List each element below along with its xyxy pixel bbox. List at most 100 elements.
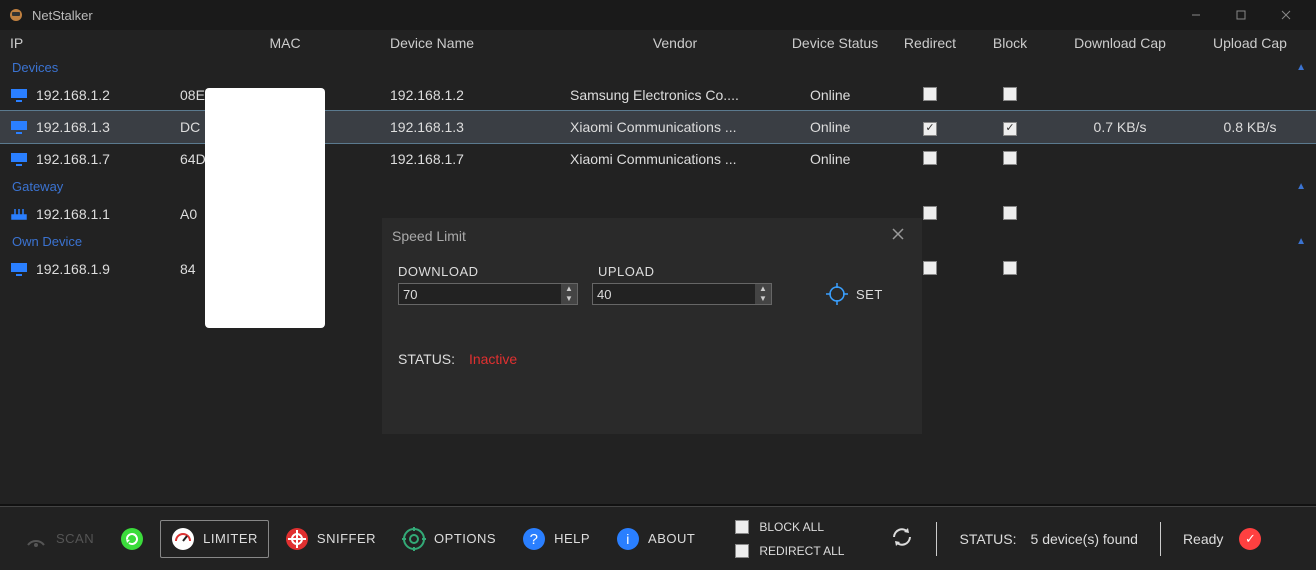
refresh-icon [120, 527, 144, 551]
cell-ip: 192.168.1.7 [36, 151, 110, 167]
column-headers: IP MAC Device Name Vendor Device Status … [0, 30, 1316, 56]
ready-label: Ready [1183, 531, 1223, 547]
redaction-mask [205, 88, 325, 328]
ready-indicator-icon [1239, 528, 1261, 550]
limiter-label: LIMITER [203, 531, 258, 546]
monitor-icon [10, 120, 28, 134]
cell-ucap: 0.8 KB/s [1190, 119, 1310, 135]
status-label: STATUS: [959, 531, 1016, 547]
cell-status: Online [780, 151, 890, 167]
help-icon: ? [522, 527, 546, 551]
limiter-button[interactable]: LIMITER [160, 520, 269, 558]
about-label: ABOUT [648, 531, 695, 546]
table-row[interactable]: 192.168.1.2 08E 192.168.1.2 Samsung Elec… [0, 79, 1316, 111]
maximize-button[interactable] [1218, 0, 1263, 30]
header-redirect[interactable]: Redirect [890, 35, 970, 51]
minimize-button[interactable] [1173, 0, 1218, 30]
block-all-label: BLOCK ALL [759, 520, 824, 534]
about-button[interactable]: i ABOUT [606, 521, 705, 557]
header-status[interactable]: Device Status [780, 35, 890, 51]
modal-status-value: Inactive [469, 351, 517, 367]
monitor-icon [10, 262, 28, 276]
sync-button[interactable] [890, 525, 914, 552]
cell-vendor: Samsung Electronics Co.... [570, 87, 780, 103]
help-label: HELP [554, 531, 590, 546]
scan-button[interactable]: SCAN [14, 521, 104, 557]
close-button[interactable] [1263, 0, 1308, 30]
set-button[interactable]: SET [826, 283, 883, 305]
spinner-up-icon[interactable]: ▲ [755, 284, 771, 294]
download-label: DOWNLOAD [398, 264, 578, 279]
upload-label: UPLOAD [598, 264, 778, 279]
header-ip[interactable]: IP [10, 35, 180, 51]
scan-label: SCAN [56, 531, 94, 546]
options-button[interactable]: OPTIONS [392, 521, 506, 557]
sniffer-label: SNIFFER [317, 531, 376, 546]
divider [1160, 522, 1161, 556]
group-label: Own Device [12, 234, 82, 249]
group-devices[interactable]: Devices ▲ [0, 56, 1316, 79]
header-vendor[interactable]: Vendor [570, 35, 780, 51]
cell-block[interactable] [970, 261, 1050, 278]
cell-redirect[interactable] [890, 118, 970, 136]
group-label: Devices [12, 60, 58, 75]
table-row[interactable]: 192.168.1.7 64D 192.168.1.7 Xiaomi Commu… [0, 143, 1316, 175]
app-title: NetStalker [32, 8, 93, 23]
toolbar: SCAN LIMITER SNIFFER OPTIONS ? HELP i AB… [0, 506, 1316, 570]
cell-ip: 192.168.1.9 [36, 261, 110, 277]
spinner-down-icon[interactable]: ▼ [755, 294, 771, 304]
set-label: SET [856, 287, 883, 302]
header-download-cap[interactable]: Download Cap [1050, 35, 1190, 51]
redirect-all-checkbox[interactable]: REDIRECT ALL [735, 544, 844, 558]
speed-limit-dialog: Speed Limit DOWNLOAD UPLOAD 70 ▲▼ 40 ▲▼ … [382, 218, 922, 434]
cell-redirect[interactable] [890, 151, 970, 168]
download-value: 70 [399, 287, 561, 302]
redirect-all-label: REDIRECT ALL [759, 544, 844, 558]
svg-text:i: i [626, 531, 630, 547]
cell-block[interactable] [970, 87, 1050, 104]
svg-text:?: ? [530, 531, 539, 548]
cell-ip: 192.168.1.1 [36, 206, 110, 222]
cell-block[interactable] [970, 151, 1050, 168]
gear-icon [402, 527, 426, 551]
group-gateway[interactable]: Gateway ▲ [0, 175, 1316, 198]
sniffer-button[interactable]: SNIFFER [275, 521, 386, 557]
cell-block[interactable] [970, 206, 1050, 223]
upload-value: 40 [593, 287, 755, 302]
block-all-checkbox[interactable]: BLOCK ALL [735, 520, 844, 534]
title-bar: NetStalker [0, 0, 1316, 30]
upload-input[interactable]: 40 ▲▼ [592, 283, 772, 305]
cell-name: 192.168.1.2 [390, 87, 570, 103]
spinner-down-icon[interactable]: ▼ [561, 294, 577, 304]
refresh-button[interactable] [110, 521, 154, 557]
monitor-icon [10, 88, 28, 102]
target-icon [826, 283, 848, 305]
header-mac[interactable]: MAC [180, 35, 390, 51]
info-icon: i [616, 527, 640, 551]
chevron-up-icon: ▲ [1296, 236, 1306, 247]
cell-name: 192.168.1.7 [390, 151, 570, 167]
cell-name: 192.168.1.3 [390, 119, 570, 135]
options-label: OPTIONS [434, 531, 496, 546]
cell-vendor: Xiaomi Communications ... [570, 151, 780, 167]
radar-icon [24, 527, 48, 551]
gauge-icon [171, 527, 195, 551]
spinner-up-icon[interactable]: ▲ [561, 284, 577, 294]
table-row[interactable]: 192.168.1.3 DC 192.168.1.3 Xiaomi Commun… [0, 111, 1316, 143]
help-button[interactable]: ? HELP [512, 521, 600, 557]
header-upload-cap[interactable]: Upload Cap [1190, 35, 1310, 51]
status-value: 5 device(s) found [1031, 531, 1138, 547]
header-block[interactable]: Block [970, 35, 1050, 51]
header-name[interactable]: Device Name [390, 35, 570, 51]
monitor-icon [10, 152, 28, 166]
cell-redirect[interactable] [890, 87, 970, 104]
cell-ip: 192.168.1.2 [36, 87, 110, 103]
dialog-title: Speed Limit [392, 228, 466, 244]
app-icon [8, 7, 24, 23]
divider [936, 522, 937, 556]
chevron-up-icon: ▲ [1296, 62, 1306, 73]
dialog-close-button[interactable] [884, 223, 912, 249]
cell-dcap: 0.7 KB/s [1050, 119, 1190, 135]
cell-block[interactable] [970, 118, 1050, 136]
download-input[interactable]: 70 ▲▼ [398, 283, 578, 305]
